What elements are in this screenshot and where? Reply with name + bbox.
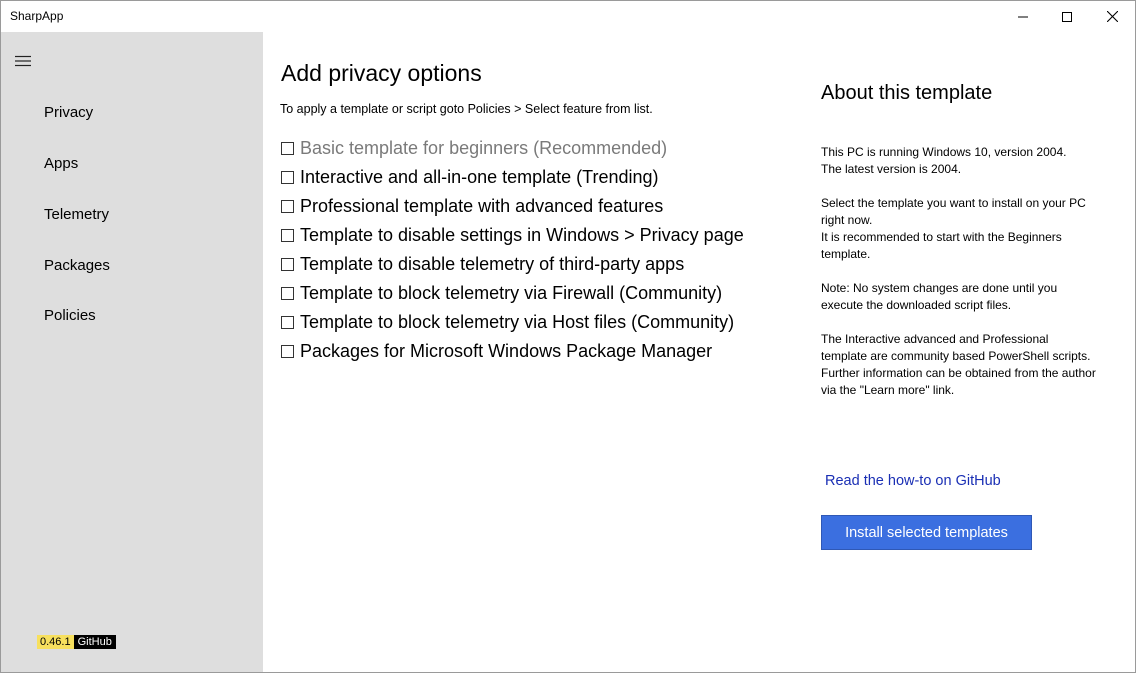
sidebar: Privacy Apps Telemetry Packages Policies…: [1, 32, 263, 672]
checkbox[interactable]: [281, 258, 294, 271]
option-label: Interactive and all-in-one template (Tre…: [300, 167, 659, 187]
app-window: SharpApp Privacy Apps Telemetry Packages…: [0, 0, 1136, 673]
checkbox[interactable]: [281, 229, 294, 242]
title-bar: SharpApp: [1, 1, 1135, 32]
option-label: Template to block telemetry via Host fil…: [300, 312, 735, 332]
github-link[interactable]: GitHub: [73, 635, 116, 649]
about-paragraph: Select the template you want to install …: [821, 196, 1086, 261]
checkbox[interactable]: [281, 345, 294, 358]
about-paragraph: Note: No system changes are done until y…: [821, 281, 1058, 312]
sidebar-item-apps[interactable]: Apps: [44, 155, 78, 172]
sidebar-item-privacy[interactable]: Privacy: [44, 104, 93, 121]
main-content: Add privacy options To apply a template …: [263, 32, 803, 672]
sidebar-item-packages[interactable]: Packages: [44, 257, 110, 274]
checkbox[interactable]: [281, 316, 294, 329]
close-icon: [1106, 7, 1118, 26]
about-paragraph: This PC is running Windows 10, version 2…: [821, 145, 1067, 176]
checkbox[interactable]: [281, 171, 294, 184]
hamburger-menu-icon[interactable]: [14, 52, 32, 67]
option-firewall-template[interactable]: Template to block telemetry via Firewall…: [281, 283, 722, 304]
about-title: About this template: [821, 82, 993, 104]
maximize-icon: [1062, 7, 1072, 26]
option-label: Basic template for beginners (Recommende…: [300, 138, 668, 158]
option-label: Packages for Microsoft Windows Package M…: [300, 341, 713, 361]
checkbox[interactable]: [281, 287, 294, 300]
close-button[interactable]: [1089, 1, 1135, 32]
sidebar-item-policies[interactable]: Policies: [44, 307, 96, 324]
option-hosts-template[interactable]: Template to block telemetry via Host fil…: [281, 312, 734, 333]
option-basic-template[interactable]: Basic template for beginners (Recommende…: [281, 138, 667, 159]
minimize-button[interactable]: [1000, 1, 1046, 32]
github-howto-link[interactable]: Read the how-to on GitHub: [825, 473, 1001, 489]
version-badge: 0.46.1: [37, 635, 74, 649]
checkbox[interactable]: [281, 200, 294, 213]
option-label: Template to disable telemetry of third-p…: [300, 254, 685, 274]
option-privacy-settings-template[interactable]: Template to disable settings in Windows …: [281, 225, 744, 246]
page-title: Add privacy options: [281, 60, 482, 86]
option-label: Professional template with advanced feat…: [300, 196, 664, 216]
minimize-icon: [1018, 7, 1028, 26]
option-interactive-template[interactable]: Interactive and all-in-one template (Tre…: [281, 167, 659, 188]
sidebar-item-telemetry[interactable]: Telemetry: [44, 206, 109, 223]
option-label: Template to block telemetry via Firewall…: [300, 283, 723, 303]
checkbox[interactable]: [281, 142, 294, 155]
about-panel: About this template This PC is running W…: [821, 32, 1121, 672]
version-info: 0.46.1 GitHub: [37, 635, 116, 649]
option-label: Template to disable settings in Windows …: [300, 225, 744, 245]
option-professional-template[interactable]: Professional template with advanced feat…: [281, 196, 663, 217]
option-third-party-telemetry-template[interactable]: Template to disable telemetry of third-p…: [281, 254, 684, 275]
about-paragraph: The Interactive advanced and Professiona…: [821, 332, 1096, 397]
app-title: SharpApp: [10, 9, 64, 23]
instruction-text: To apply a template or script goto Polic…: [280, 102, 653, 116]
about-description: This PC is running Windows 10, version 2…: [821, 144, 1096, 416]
install-button[interactable]: Install selected templates: [821, 515, 1032, 550]
option-package-manager[interactable]: Packages for Microsoft Windows Package M…: [281, 341, 712, 362]
maximize-button[interactable]: [1044, 1, 1090, 32]
